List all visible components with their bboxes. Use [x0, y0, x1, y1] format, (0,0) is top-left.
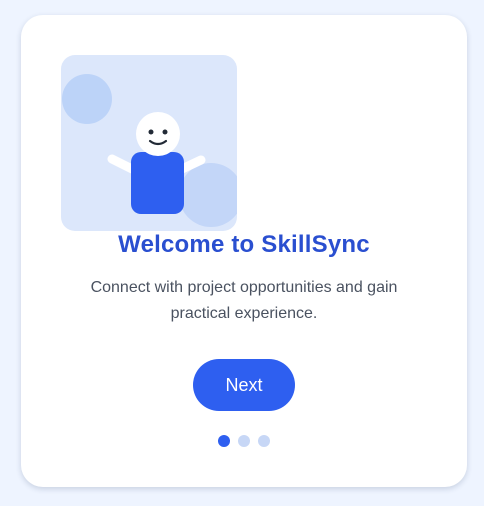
- step-indicator: [218, 435, 270, 447]
- person-illustration-svg: [62, 74, 237, 227]
- step-dot-2[interactable]: [238, 435, 250, 447]
- head: [136, 112, 180, 156]
- description-text: Connect with project opportunities and g…: [90, 279, 398, 322]
- body: [131, 152, 184, 214]
- next-button[interactable]: Next: [193, 359, 295, 411]
- eye-left: [148, 129, 154, 135]
- bubble-right: [179, 163, 237, 227]
- page-title: Welcome to SkillSync: [118, 231, 370, 258]
- bubble-left: [62, 74, 112, 124]
- onboarding-card: Welcome to SkillSync Connect with projec…: [21, 15, 467, 487]
- eye-right: [162, 129, 168, 135]
- step-dot-1[interactable]: [218, 435, 230, 447]
- arm-left: [107, 154, 137, 174]
- person-illustration-icon: [61, 55, 237, 231]
- step-dot-3[interactable]: [258, 435, 270, 447]
